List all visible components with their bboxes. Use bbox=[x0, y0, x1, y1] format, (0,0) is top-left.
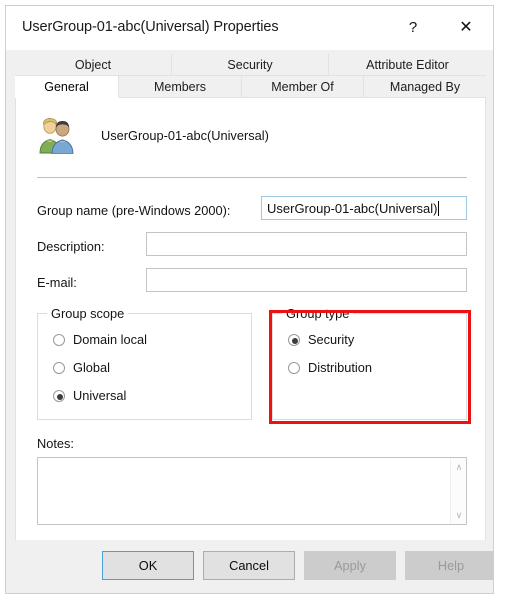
radio-label: Global bbox=[73, 360, 110, 375]
scroll-down-icon[interactable]: ∨ bbox=[451, 507, 467, 523]
title-bar: UserGroup-01-abc(Universal) Properties ?… bbox=[6, 6, 493, 50]
tab-managed-by[interactable]: Managed By bbox=[364, 76, 486, 98]
radio-distribution[interactable]: Distribution bbox=[288, 360, 372, 375]
email-input[interactable] bbox=[146, 268, 467, 292]
dialog-footer: OK Cancel Apply Help bbox=[6, 540, 493, 593]
titlebar-help-button[interactable]: ? bbox=[390, 6, 436, 50]
text-caret bbox=[437, 200, 439, 216]
radio-global[interactable]: Global bbox=[53, 360, 110, 375]
tab-row-top: Object Security Attribute Editor bbox=[15, 54, 486, 76]
tab-label: Managed By bbox=[389, 79, 461, 94]
tab-label: Member Of bbox=[271, 79, 334, 94]
tab-general[interactable]: General bbox=[15, 76, 119, 98]
tab-object[interactable]: Object bbox=[15, 54, 172, 76]
help-button: Help bbox=[405, 551, 493, 580]
scroll-up-icon[interactable]: ∧ bbox=[451, 459, 467, 475]
radio-indicator bbox=[288, 361, 300, 374]
apply-button: Apply bbox=[304, 551, 396, 580]
tab-label: Attribute Editor bbox=[366, 57, 449, 72]
radio-indicator-selected bbox=[53, 389, 65, 402]
group-name-input-value: UserGroup-01-abc(Universal) bbox=[267, 200, 438, 216]
tab-strip: Object Security Attribute Editor General… bbox=[15, 54, 486, 98]
group-display-name: UserGroup-01-abc(Universal) bbox=[101, 128, 269, 143]
description-label: Description: bbox=[37, 239, 105, 254]
group-name-label: Group name (pre-Windows 2000): bbox=[37, 203, 231, 218]
tab-label: Security bbox=[227, 57, 273, 72]
tab-attribute-editor[interactable]: Attribute Editor bbox=[329, 54, 486, 76]
group-scope-fieldset: Group scope Domain local Global Universa… bbox=[37, 306, 252, 420]
group-scope-legend: Group scope bbox=[47, 306, 129, 321]
ok-button[interactable]: OK bbox=[102, 551, 194, 580]
tab-label: Members bbox=[153, 79, 207, 94]
header-divider bbox=[37, 177, 467, 178]
tab-member-of[interactable]: Member Of bbox=[242, 76, 364, 98]
radio-label: Distribution bbox=[308, 360, 373, 375]
radio-label: Security bbox=[308, 332, 355, 347]
window-title: UserGroup-01-abc(Universal) Properties bbox=[22, 19, 279, 35]
cancel-button[interactable]: Cancel bbox=[203, 551, 295, 580]
radio-domain-local[interactable]: Domain local bbox=[53, 332, 147, 347]
notes-textarea-value bbox=[42, 461, 448, 521]
tab-label: General bbox=[44, 79, 89, 94]
user-group-icon bbox=[39, 117, 74, 154]
radio-security[interactable]: Security bbox=[288, 332, 354, 347]
group-name-input[interactable]: UserGroup-01-abc(Universal) bbox=[261, 196, 467, 220]
group-type-legend: Group type bbox=[282, 306, 354, 321]
tab-members[interactable]: Members bbox=[119, 76, 242, 98]
general-tab-panel: UserGroup-01-abc(Universal) Group name (… bbox=[15, 98, 486, 542]
tab-label: Object bbox=[74, 57, 112, 72]
question-mark-icon: ? bbox=[408, 19, 418, 36]
tab-security[interactable]: Security bbox=[172, 54, 329, 76]
tab-row-bottom: General Members Member Of Managed By bbox=[15, 76, 486, 98]
group-type-fieldset: Group type Security Distribution bbox=[272, 306, 467, 420]
radio-indicator bbox=[53, 361, 65, 374]
email-label: E-mail: bbox=[37, 275, 77, 290]
radio-universal[interactable]: Universal bbox=[53, 388, 126, 403]
description-input[interactable] bbox=[146, 232, 467, 256]
titlebar-close-button[interactable]: ✕ bbox=[443, 6, 489, 50]
radio-indicator bbox=[53, 333, 65, 346]
properties-dialog: UserGroup-01-abc(Universal) Properties ?… bbox=[5, 5, 494, 594]
radio-label: Domain local bbox=[73, 332, 147, 347]
radio-label: Universal bbox=[73, 388, 127, 403]
close-icon: ✕ bbox=[459, 19, 473, 36]
notes-label: Notes: bbox=[37, 436, 74, 451]
notes-scrollbar[interactable]: ∧ ∨ bbox=[450, 458, 466, 524]
radio-indicator-selected bbox=[288, 333, 300, 346]
notes-textarea[interactable]: ∧ ∨ bbox=[37, 457, 467, 525]
